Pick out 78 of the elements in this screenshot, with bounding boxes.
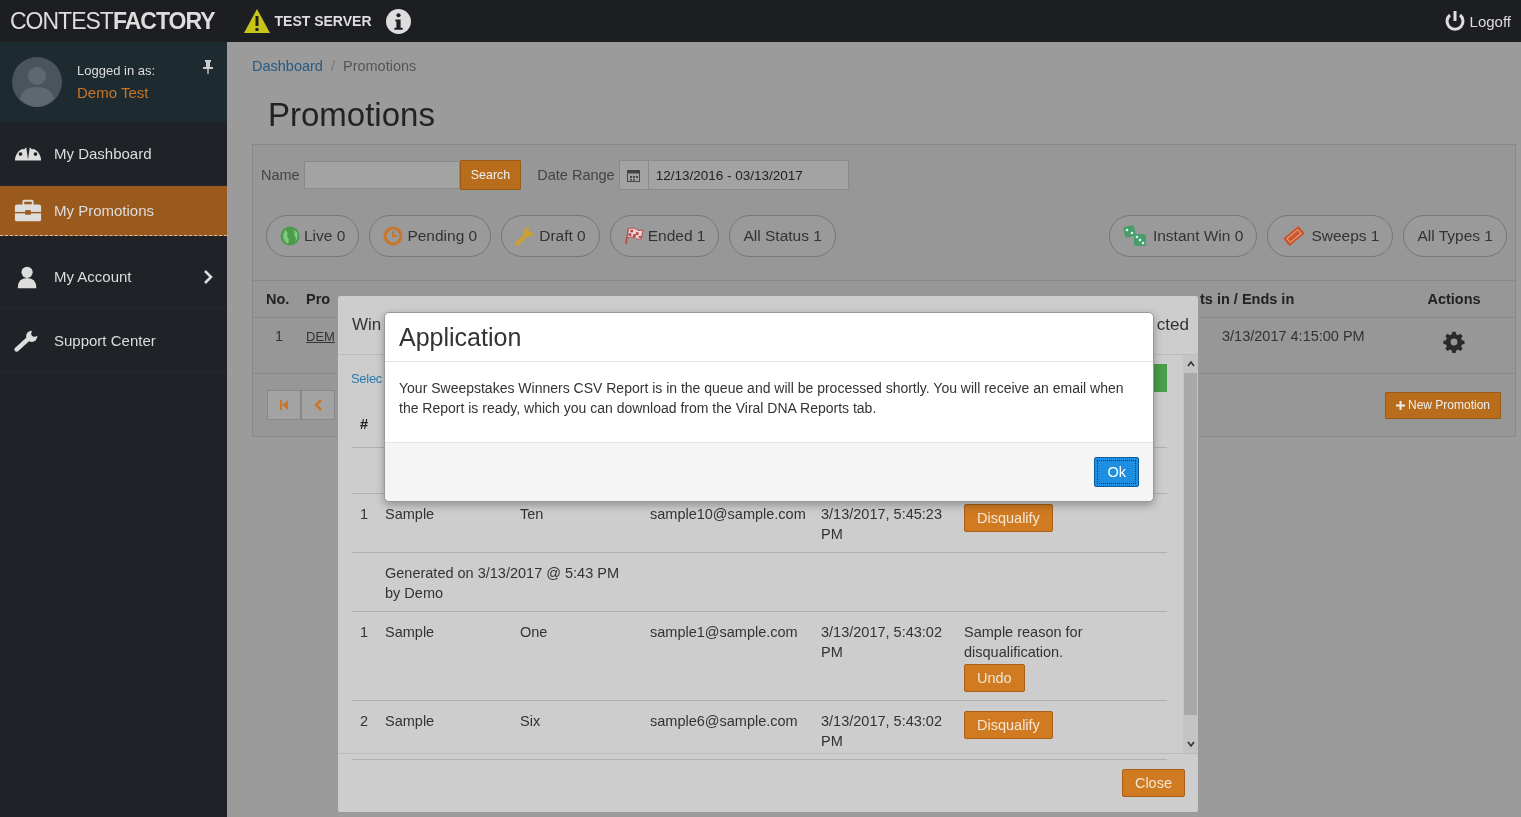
caret-up-icon[interactable]: [1186, 359, 1195, 369]
name-label: Name: [261, 167, 300, 183]
caret-down-icon[interactable]: [1186, 739, 1195, 749]
table-cell-text: Six: [520, 712, 542, 731]
table-cell-text: 1: [359, 505, 370, 524]
sidebar-item[interactable]: My Promotions: [0, 186, 227, 236]
breadcrumb-separator: /: [330, 58, 335, 74]
avatar: [12, 57, 62, 107]
table-cell-text: 1: [359, 623, 370, 642]
row-action-button[interactable]: Disqualify: [964, 504, 1053, 532]
plus-icon: [1395, 400, 1405, 410]
table-cell-text: Ten: [520, 505, 545, 524]
checkered-flag-icon: [623, 226, 644, 246]
search-button[interactable]: Search: [459, 160, 522, 190]
chevron-left-icon: [313, 399, 323, 411]
table-cell-text: 2: [359, 712, 370, 731]
calendar-icon: [627, 168, 641, 182]
breadcrumb-current: Promotions: [342, 58, 417, 74]
status-filter-pill[interactable]: Pending 0: [369, 215, 492, 257]
date-range-label: Date Range: [537, 167, 615, 183]
table-cell-text: One: [520, 623, 549, 642]
group-caption: Generated on 3/13/2017 @ 5:43 PM by Demo: [385, 564, 620, 603]
first-page-icon: [279, 399, 289, 411]
table-cell-text: Sample: [385, 505, 436, 524]
table-cell-text: Sample: [385, 623, 436, 642]
ok-button[interactable]: Ok: [1094, 457, 1139, 487]
table-cell-text: sample10@sample.com: [650, 505, 807, 524]
dialog-title: Application: [399, 322, 522, 352]
new-promotion-button[interactable]: New Promotion: [1384, 391, 1501, 419]
table-cell-text: 3/13/2017, 5:45:23 PM: [821, 505, 943, 544]
status-filter-pill[interactable]: Draft 0: [501, 215, 600, 257]
name-field[interactable]: [303, 161, 460, 189]
table-cell-text: 3/13/2017, 5:43:02 PM: [821, 623, 943, 662]
globe-icon: [280, 226, 300, 246]
status-filter-pill[interactable]: Live 0: [266, 215, 360, 257]
scrollbar[interactable]: [1183, 355, 1198, 753]
table-cell-text: 3/13/2017 4:15:00 PM: [1221, 328, 1366, 344]
type-filter-pill[interactable]: Sweeps 1: [1267, 215, 1394, 257]
table-cell-text: sample1@sample.com: [650, 623, 799, 642]
brand-logo: CONTESTFACTORY: [10, 7, 215, 35]
row-action-button[interactable]: Disqualify: [964, 711, 1053, 739]
gauge-icon: [14, 146, 42, 161]
status-filter-pill[interactable]: All Status 1: [729, 215, 836, 257]
dice-icon: [1122, 225, 1149, 247]
select-link[interactable]: Selec: [351, 370, 383, 386]
disqualification-reason: Sample reason for disqualification.: [964, 623, 1084, 662]
breadcrumb-link[interactable]: Dashboard: [252, 58, 323, 74]
status-filter-pill[interactable]: Ended 1: [609, 215, 720, 257]
date-range-field[interactable]: 12/13/2016 - 03/13/2017: [618, 160, 849, 190]
warning-icon: [242, 8, 271, 34]
info-icon[interactable]: [385, 8, 411, 34]
table-cell-text: 3/13/2017, 5:43:02 PM: [821, 712, 943, 751]
dialog-message: Your Sweepstakes Winners CSV Report is in the queue and will be processed shortly. You will receive an email when the Report is ready, which you can download from the Viral DNA Reports tab.: [399, 380, 1124, 416]
type-filter-pill[interactable]: All Types 1: [1403, 215, 1507, 257]
promotion-link[interactable]: DEM: [306, 329, 335, 344]
logoff-button[interactable]: Logoff: [1442, 9, 1511, 33]
row-action-button[interactable]: Undo: [964, 664, 1025, 692]
login-caption: Logged in as:: [77, 63, 156, 78]
server-label: TEST SERVER: [274, 13, 372, 29]
modal-title: Win: [352, 315, 382, 335]
column-header: Pro: [306, 291, 332, 307]
gear-icon[interactable]: [1443, 331, 1465, 353]
column-header: No.: [266, 291, 291, 307]
table-cell-text: 1: [274, 328, 285, 344]
table-cell-text: Sample: [385, 712, 436, 731]
modal-title: cted: [1156, 315, 1189, 335]
column-header: #: [360, 416, 369, 432]
type-filter-pill[interactable]: Instant Win 0: [1108, 215, 1258, 257]
page-title: Promotions: [268, 96, 436, 134]
clock-icon: [383, 226, 404, 246]
briefcase-icon: [14, 198, 42, 223]
column-header: Actions: [1426, 291, 1482, 307]
wrench-icon: [515, 226, 536, 246]
user-name: Demo Test: [77, 84, 150, 101]
pin-icon[interactable]: [203, 60, 213, 74]
close-button[interactable]: Close: [1121, 769, 1185, 797]
column-header: ts in / Ends in: [1200, 291, 1296, 307]
table-cell-text: sample6@sample.com: [650, 712, 799, 731]
